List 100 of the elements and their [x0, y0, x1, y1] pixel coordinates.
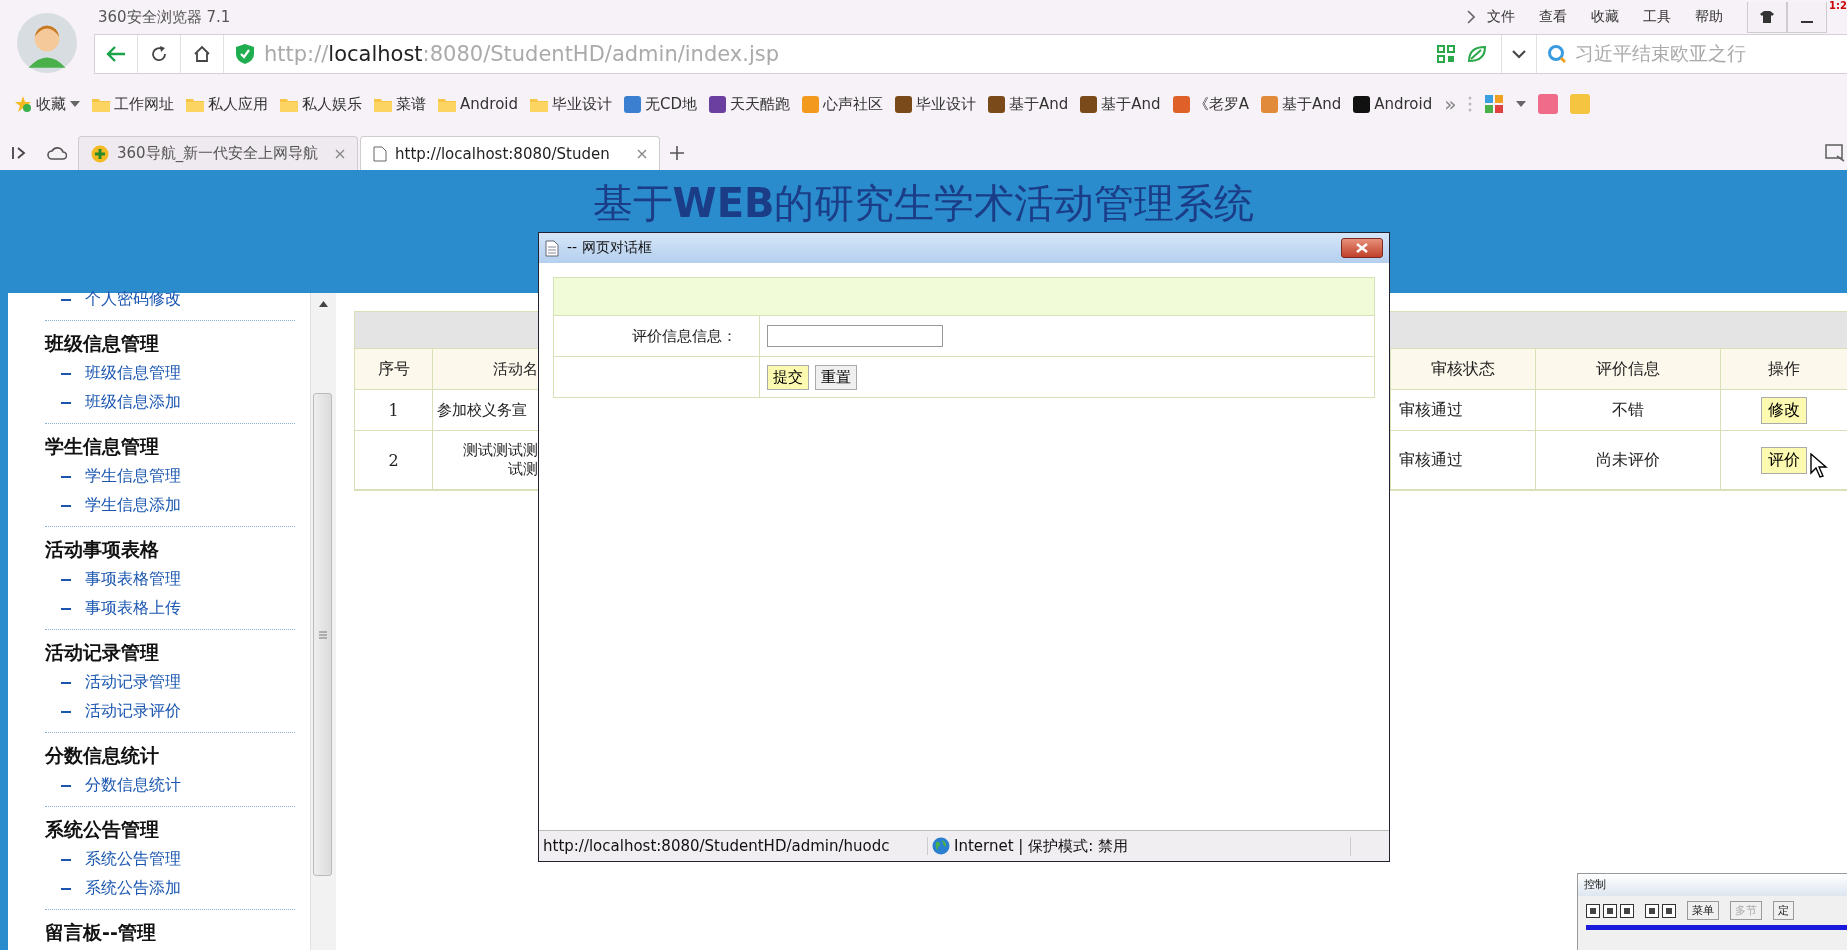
sidebar-link[interactable]: 活动记录管理	[85, 672, 181, 693]
app-tile-icon[interactable]	[1570, 94, 1591, 114]
input-field[interactable]	[767, 325, 943, 347]
form-button[interactable]: 重置	[815, 364, 857, 390]
close-icon[interactable]	[637, 148, 647, 159]
bookmark-item[interactable]: 天天酷跑	[709, 94, 791, 114]
bookmark-item[interactable]: 收藏	[14, 94, 80, 114]
menu-group-heading: 系统公告管理	[45, 817, 160, 842]
folder-icon	[438, 96, 456, 112]
bookmark-item[interactable]: 工作网址	[92, 94, 174, 114]
menu-group-heading: 活动记录管理	[45, 640, 160, 665]
page-title: 基于WEB的研究生学术活动管理系统	[592, 179, 1255, 227]
table-cell: 审核通过	[1391, 431, 1536, 489]
sidebar-link[interactable]: 系统公告添加	[85, 878, 181, 899]
dash-icon	[61, 887, 71, 890]
column-header: 审核状态	[1391, 349, 1536, 389]
plus-circle-icon	[91, 144, 109, 163]
menu-group-heading: 活动事项表格	[45, 537, 160, 562]
column-header: 评价信息	[1536, 349, 1721, 389]
avatar-icon[interactable]	[16, 12, 78, 74]
table-cell: 审核通过	[1391, 390, 1536, 430]
sidebar-link[interactable]: 活动记录评价	[85, 701, 181, 722]
bookmark-item[interactable]: 私人娱乐	[280, 94, 362, 114]
page-icon	[373, 145, 387, 162]
menu-item[interactable]: 帮助	[1695, 8, 1724, 26]
sidebar-link[interactable]: 事项表格管理	[85, 569, 181, 590]
timer-text: 1:2	[1829, 0, 1847, 11]
folder-icon	[186, 96, 204, 112]
sidebar-link[interactable]: 分数信息统计	[85, 775, 181, 796]
window-icon	[1825, 144, 1845, 162]
close-icon	[1356, 243, 1368, 253]
bookmark-item[interactable]: 基于And	[988, 94, 1069, 114]
menu-item[interactable]: 查看	[1539, 8, 1568, 26]
column-header: 操作	[1767, 357, 1801, 380]
bookmark-item[interactable]: 《老罗A	[1172, 94, 1249, 114]
chevron-icon[interactable]	[1467, 10, 1476, 24]
security-zone: Internet | 保护模式: 禁用	[954, 836, 1351, 856]
bookmark-item[interactable]: 私人应用	[186, 94, 268, 114]
dash-icon	[61, 578, 71, 581]
bookmark-item[interactable]: 基于And	[1260, 94, 1342, 114]
globe-icon	[932, 837, 950, 855]
table-cell: 不错	[1536, 390, 1721, 430]
sidebar-link[interactable]: 学生信息添加	[85, 495, 181, 516]
action-button[interactable]: 评价	[1761, 446, 1807, 474]
menu-group-heading: 班级信息管理	[45, 331, 160, 356]
mouse-cursor-icon	[1810, 453, 1828, 479]
folder-icon	[530, 96, 548, 112]
grip-icon	[318, 630, 327, 639]
bookmark-item[interactable]: 无CD地	[624, 94, 698, 114]
sidebar-link[interactable]: 班级信息添加	[85, 392, 181, 413]
table-cell: 2	[355, 431, 433, 489]
menu-group-heading: 学生信息管理	[45, 434, 160, 459]
app-title: 360安全浏览器 7.1	[98, 7, 231, 27]
table-cell: 1	[355, 390, 433, 430]
menu-group-heading: 留言板--管理	[45, 920, 157, 945]
dash-icon	[61, 710, 71, 713]
caret-icon[interactable]	[1516, 101, 1527, 107]
panel-button[interactable]: 菜单	[1687, 901, 1719, 920]
folder-icon	[92, 96, 110, 112]
sidebar-link[interactable]: 班级信息管理	[85, 363, 181, 384]
caret-icon	[70, 101, 80, 107]
panel-button[interactable]: 定	[1773, 901, 1794, 920]
menu-item[interactable]: 收藏	[1591, 8, 1620, 26]
plus-icon	[670, 146, 684, 160]
bookmark-item[interactable]: Android	[438, 95, 518, 113]
skin-button[interactable]	[1747, 1, 1788, 33]
dash-icon	[61, 784, 71, 787]
shirt-icon	[1760, 10, 1775, 23]
bookmark-item[interactable]: 毕业设计	[530, 94, 612, 114]
table-cell: 尚未评价	[1536, 431, 1721, 489]
dash-icon	[61, 607, 71, 610]
bookmark-item[interactable]: 基于And	[1080, 94, 1161, 114]
dash-icon	[61, 504, 71, 507]
dash-icon	[61, 298, 71, 301]
action-button[interactable]: 修改	[1761, 396, 1807, 424]
bookmark-item[interactable]: 毕业设计	[895, 94, 977, 114]
scroll-up-icon[interactable]	[319, 301, 328, 307]
browser-tab[interactable]: http://localhost:8080/Studen	[360, 136, 660, 170]
apps-icon[interactable]	[1484, 94, 1505, 114]
sidebar-link[interactable]: 事项表格上传	[85, 598, 181, 619]
menu-item[interactable]: 工具	[1643, 8, 1672, 26]
bookmark-item[interactable]: 心声社区	[802, 94, 884, 114]
scrollbar-thumb[interactable]	[313, 393, 332, 876]
sidebar-link[interactable]: 系统公告管理	[85, 849, 181, 870]
dash-icon	[61, 401, 71, 404]
scrollbar[interactable]	[310, 293, 336, 950]
browser-tab[interactable]: 360导航_新一代安全上网导航	[78, 136, 358, 170]
form-button[interactable]: 提交	[767, 364, 809, 390]
menu-item[interactable]: 文件	[1487, 8, 1516, 26]
bookmark-item[interactable]: 菜谱	[374, 94, 426, 114]
folder-icon	[280, 96, 298, 112]
close-button[interactable]	[1341, 238, 1383, 258]
status-url: http://localhost:8080/StudentHD/admin/huodc	[543, 837, 928, 855]
app-tile-icon[interactable]	[1538, 94, 1559, 114]
sidebar-link[interactable]: 学生信息管理	[85, 466, 181, 487]
close-icon[interactable]	[335, 148, 345, 159]
sidebar-link[interactable]: 个人密码修改	[85, 289, 181, 310]
dash-icon	[61, 858, 71, 861]
dialog-title: -- 网页对话框	[567, 239, 653, 257]
bookmark-item[interactable]: Android	[1353, 95, 1433, 113]
